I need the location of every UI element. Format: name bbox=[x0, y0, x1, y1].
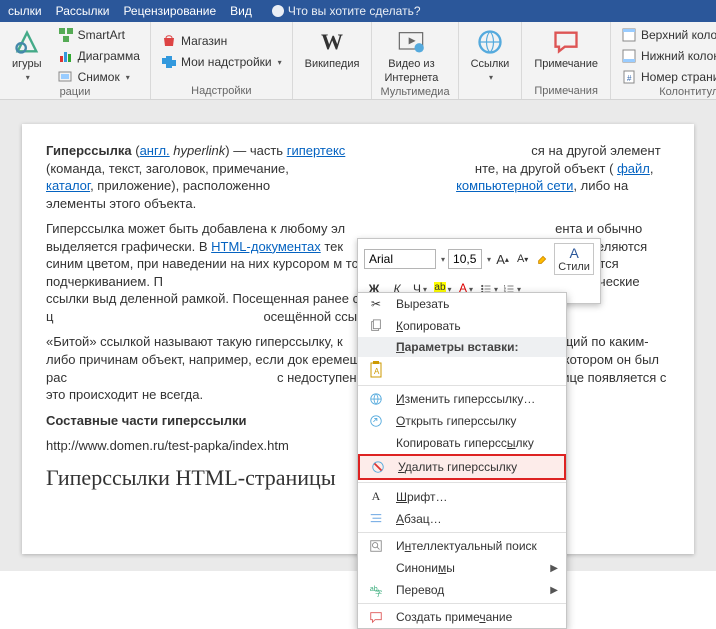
link-catalog[interactable]: каталог bbox=[46, 178, 90, 193]
new-comment-icon bbox=[366, 610, 386, 624]
shrink-font-button[interactable]: A▾ bbox=[514, 249, 531, 269]
translate-icon: ab字 bbox=[366, 583, 386, 597]
font-size-input[interactable] bbox=[448, 249, 482, 269]
wikipedia-icon: W bbox=[318, 28, 346, 56]
menu-edit-hyperlink[interactable]: Изменить гиперссылку… bbox=[358, 388, 566, 410]
menu-new-comment[interactable]: Создать примечание bbox=[358, 606, 566, 628]
styles-button[interactable]: АСтили bbox=[554, 243, 594, 275]
shapes-button[interactable]: игуры▾ bbox=[8, 26, 46, 86]
comment-button[interactable]: Примечание bbox=[530, 26, 602, 72]
footer-button[interactable]: Нижний колонтитул▾ bbox=[619, 47, 716, 65]
shapes-label: игуры bbox=[12, 58, 42, 70]
link-hypertext[interactable]: гипертекс bbox=[287, 143, 346, 158]
link-html-docs[interactable]: HTML-документах bbox=[211, 239, 321, 254]
page-number-button[interactable]: #Номер страницы▾ bbox=[619, 68, 716, 86]
video-icon bbox=[397, 28, 425, 56]
tab-links[interactable]: сылки bbox=[8, 4, 42, 18]
link-file[interactable]: файл bbox=[617, 161, 650, 176]
ribbon: игуры▾ SmartArt Диаграмма Снимок▾ рации … bbox=[0, 22, 716, 100]
tab-bar: сылки Рассылки Рецензирование Вид Что вы… bbox=[0, 0, 716, 22]
menu-open-hyperlink[interactable]: Открыть гиперссылку bbox=[358, 410, 566, 432]
open-link-icon bbox=[366, 414, 386, 428]
screenshot-button[interactable]: Снимок▾ bbox=[56, 68, 142, 86]
my-addins-button[interactable]: Мои надстройки▾ bbox=[159, 53, 284, 71]
group-addins-label: Надстройки bbox=[159, 85, 284, 99]
copy-icon bbox=[366, 319, 386, 333]
remove-link-icon bbox=[368, 460, 388, 474]
header-icon bbox=[621, 27, 637, 43]
globe-link-icon bbox=[366, 392, 386, 406]
para-1: Гиперссылка (англ. hyperlink) — часть ги… bbox=[46, 142, 670, 212]
menu-paragraph[interactable]: Абзац… bbox=[358, 508, 566, 530]
format-painter-button[interactable] bbox=[534, 249, 551, 269]
tell-me[interactable]: Что вы хотите сделать? bbox=[272, 4, 421, 18]
screenshot-icon bbox=[58, 69, 74, 85]
tab-view[interactable]: Вид bbox=[230, 4, 252, 18]
comment-icon bbox=[552, 28, 580, 56]
header-button[interactable]: Верхний колонтитул▾ bbox=[619, 26, 716, 44]
link-network[interactable]: компьютерной сети bbox=[456, 178, 573, 193]
menu-synonyms[interactable]: Синонимы▶ bbox=[358, 557, 566, 579]
chevron-right-icon: ▶ bbox=[550, 585, 558, 596]
tell-me-text: Что вы хотите сделать? bbox=[288, 4, 421, 18]
group-comments-label: Примечания bbox=[530, 85, 602, 99]
chart-icon bbox=[58, 48, 74, 64]
tab-review[interactable]: Рецензирование bbox=[123, 4, 216, 18]
page-number-icon: # bbox=[621, 69, 637, 85]
cut-icon: ✂ bbox=[366, 297, 386, 311]
tab-mailings[interactable]: Рассылки bbox=[56, 4, 110, 18]
store-button[interactable]: Магазин bbox=[159, 32, 284, 50]
grow-font-button[interactable]: A▴ bbox=[494, 249, 511, 269]
lookup-icon bbox=[366, 539, 386, 553]
svg-text:#: # bbox=[627, 74, 632, 83]
font-icon: A bbox=[366, 489, 386, 504]
wikipedia-button[interactable]: W Википедия bbox=[301, 26, 364, 72]
svg-text:A: A bbox=[374, 367, 380, 376]
store-icon bbox=[161, 33, 177, 49]
context-menu: ✂Вырезать ККопироватьопировать Параметры… bbox=[357, 292, 567, 629]
lightbulb-icon bbox=[272, 5, 284, 17]
menu-remove-hyperlink[interactable]: Удалить гиперссылку bbox=[358, 454, 566, 480]
paragraph-icon bbox=[366, 512, 386, 526]
smartart-icon bbox=[58, 27, 74, 43]
link-icon bbox=[476, 28, 504, 56]
smartart-button[interactable]: SmartArt bbox=[56, 26, 142, 44]
addins-icon bbox=[161, 54, 177, 70]
menu-translate[interactable]: ab字Перевод▶ bbox=[358, 579, 566, 601]
menu-cut[interactable]: ✂Вырезать bbox=[358, 293, 566, 315]
group-headerfooter-label: Колонтитулы bbox=[619, 86, 716, 100]
clipboard-icon: A bbox=[366, 361, 386, 379]
menu-smart-lookup[interactable]: Интеллектуальный поиск bbox=[358, 535, 566, 557]
menu-paste-options: Параметры вставки: bbox=[358, 337, 566, 357]
group-media-label: Мультимедиа bbox=[380, 86, 449, 100]
menu-font[interactable]: AШрифт… bbox=[358, 485, 566, 508]
footer-icon bbox=[621, 48, 637, 64]
menu-copy-hyperlink[interactable]: Копировать гиперссылку bbox=[358, 432, 566, 454]
menu-paste-keepsource[interactable]: A bbox=[358, 357, 566, 383]
chevron-right-icon: ▶ bbox=[550, 563, 558, 574]
shapes-icon bbox=[13, 28, 41, 56]
chart-button[interactable]: Диаграмма bbox=[56, 47, 142, 65]
menu-copy[interactable]: ККопироватьопировать bbox=[358, 315, 566, 337]
font-name-input[interactable] bbox=[364, 249, 436, 269]
svg-text:字: 字 bbox=[375, 588, 382, 597]
online-video-button[interactable]: Видео из Интернета bbox=[380, 26, 442, 86]
link-engl[interactable]: англ. bbox=[140, 143, 170, 158]
links-button[interactable]: Ссылки▾ bbox=[467, 26, 514, 86]
group-illustrations-label: рации bbox=[8, 86, 142, 100]
